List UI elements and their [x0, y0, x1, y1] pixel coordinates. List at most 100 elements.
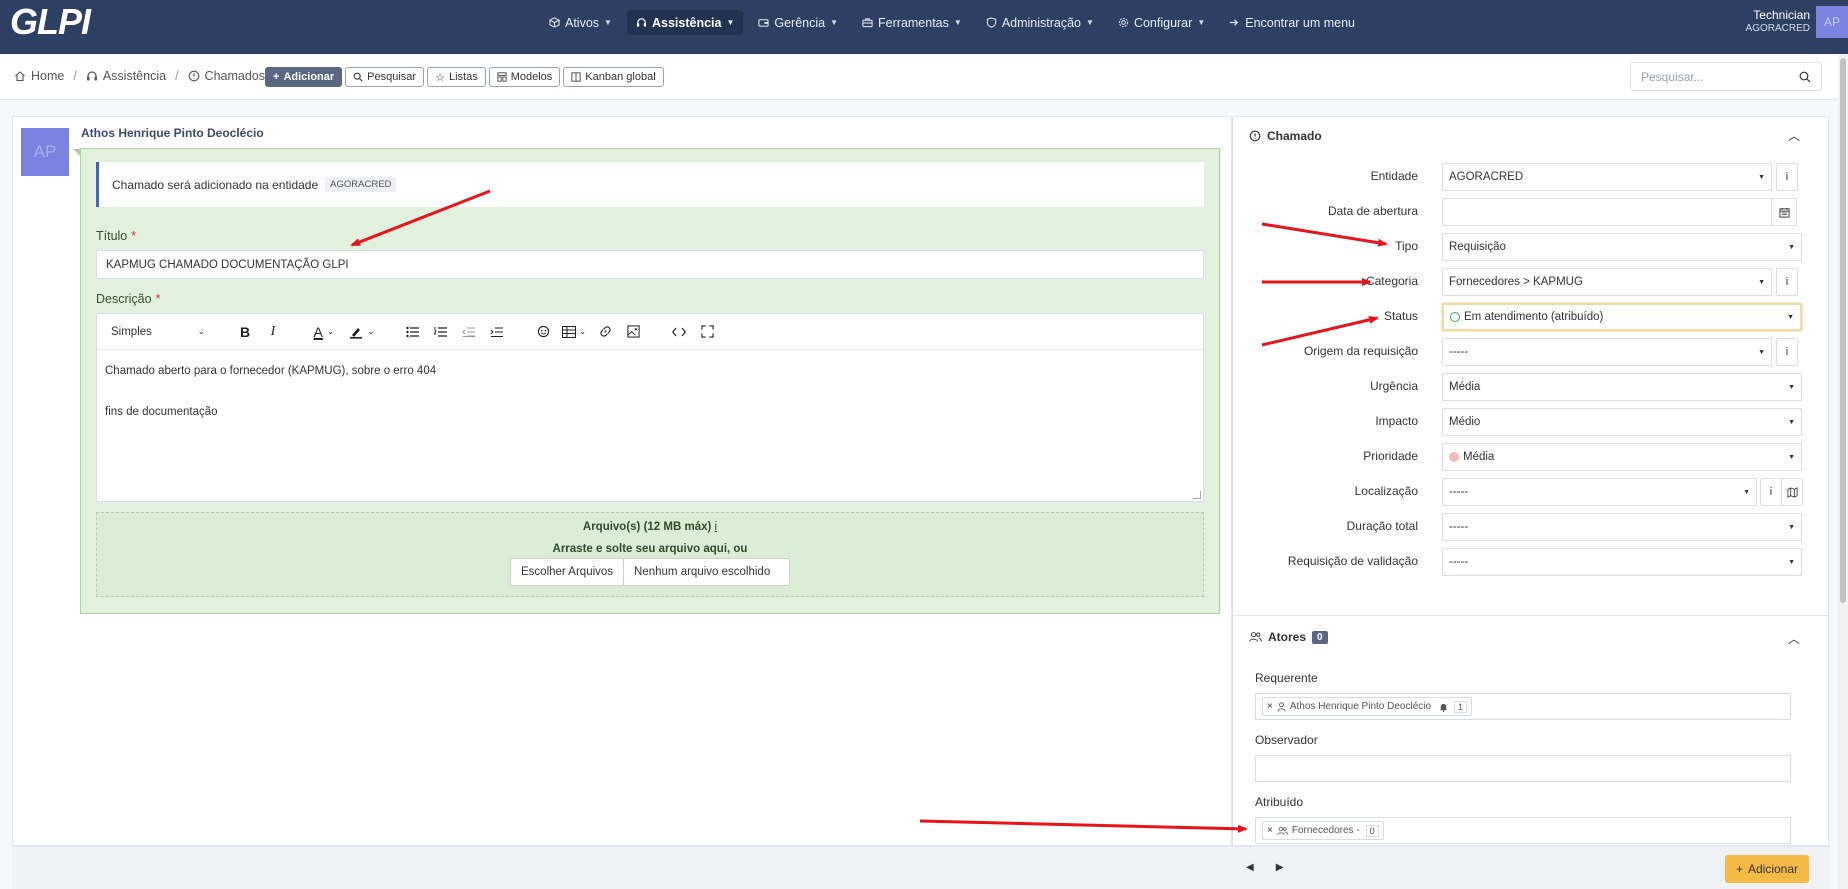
code-icon[interactable] [667, 320, 691, 344]
section-atores-header[interactable]: Atores 0 [1249, 630, 1328, 644]
panel-pager: ◀ ▶ [1246, 862, 1283, 873]
map-icon[interactable] [1781, 478, 1803, 506]
add-button[interactable]: + Adicionar [265, 67, 343, 87]
info-icon[interactable]: i [1776, 268, 1798, 296]
tipo-select[interactable]: Requisição ▼ [1442, 233, 1802, 261]
field-origem: Origem da requisição ----- ▼ i [1233, 338, 1798, 366]
plus-icon: + [273, 71, 280, 83]
chevron-down-icon: ▼ [604, 18, 612, 27]
users-icon [1249, 631, 1262, 643]
requester-field[interactable]: × Athos Henrique Pinto Deoclécio 1 [1255, 693, 1791, 720]
urgencia-select[interactable]: Média ▼ [1442, 373, 1802, 401]
columns-icon [571, 72, 581, 82]
search-placeholder: Pesquisar... [1641, 69, 1704, 84]
indent-icon[interactable] [485, 320, 509, 344]
breadcrumb-home[interactable]: Home [14, 69, 64, 83]
caret-left-icon[interactable]: ◀ [1246, 862, 1254, 873]
image-icon[interactable] [621, 320, 645, 344]
emoji-icon[interactable] [531, 320, 555, 344]
author-name[interactable]: Athos Henrique Pinto Deoclécio [81, 126, 264, 140]
briefcase-icon [862, 17, 873, 28]
data-abertura-input[interactable] [1442, 198, 1772, 226]
shield-icon [986, 17, 997, 28]
action-bar: Home / Assistência / Chamados + Adicionar… [0, 54, 1848, 100]
search-button[interactable]: Pesquisar [345, 67, 425, 87]
search-icon[interactable] [1799, 71, 1811, 83]
models-button[interactable]: Modelos [488, 67, 561, 87]
table-icon[interactable]: ⌄ [559, 320, 589, 344]
user-menu[interactable]: Technician AGORACRED [1746, 9, 1810, 35]
file-dropzone[interactable]: Arquivo(s) (12 MB máx) i Arraste e solte… [96, 512, 1204, 597]
info-icon[interactable]: i [715, 521, 718, 533]
caret-right-icon[interactable]: ▶ [1276, 862, 1284, 873]
menu-configurar[interactable]: Configurar ▼ [1109, 10, 1214, 35]
chevron-up-icon[interactable]: ︿ [1788, 630, 1800, 647]
breadcrumb-chamados[interactable]: Chamados [188, 69, 265, 83]
global-search-input[interactable]: Pesquisar... [1630, 62, 1822, 91]
field-validacao: Requisição de validação ----- ▼ [1233, 548, 1802, 576]
editor-toolbar: Simples ⌄ B I A ⌄ ⌄ ⌄ [97, 314, 1203, 350]
numbered-list-icon[interactable] [429, 320, 453, 344]
alert-circle-icon [1249, 130, 1261, 142]
info-icon[interactable]: i [1760, 478, 1782, 506]
lists-button[interactable]: ☆ Listas [427, 67, 486, 87]
choose-files-button[interactable]: Escolher Arquivos [511, 559, 625, 585]
description-editor[interactable]: Simples ⌄ B I A ⌄ ⌄ ⌄ Chamado aberto par… [96, 313, 1204, 502]
prioridade-select[interactable]: Média ▼ [1442, 443, 1802, 471]
assigned-field[interactable]: × Fornecedores - 0 [1255, 817, 1791, 844]
text-color-icon[interactable]: A ⌄ [307, 320, 341, 344]
resize-handle[interactable] [1193, 491, 1201, 499]
page-scrollbar[interactable] [1838, 54, 1848, 889]
bold-icon[interactable]: B [233, 320, 257, 344]
link-icon[interactable] [593, 320, 617, 344]
categoria-select[interactable]: Fornecedores > KAPMUG ▼ [1442, 268, 1772, 296]
entidade-select[interactable]: AGORACRED ▼ [1442, 163, 1772, 191]
breadcrumb-assistencia[interactable]: Assistência [86, 69, 166, 83]
menu-find[interactable]: Encontrar um menu [1220, 10, 1364, 35]
glpi-logo[interactable]: GLPI [10, 1, 91, 42]
format-select[interactable]: Simples ⌄ [105, 321, 211, 342]
section-chamado-header[interactable]: Chamado [1249, 129, 1322, 143]
localizacao-select[interactable]: ----- ▼ [1442, 478, 1757, 506]
info-icon[interactable]: i [1776, 338, 1798, 366]
calendar-icon[interactable] [1771, 198, 1797, 226]
field-categoria: Categoria Fornecedores > KAPMUG ▼ i [1233, 268, 1798, 296]
italic-icon[interactable]: I [261, 320, 285, 344]
gear-icon [1118, 17, 1129, 28]
title-input[interactable]: KAPMUG CHAMADO DOCUMENTAÇÃO GLPI [96, 250, 1204, 279]
menu-ativos[interactable]: Ativos ▼ [540, 10, 621, 35]
duracao-select[interactable]: ----- ▼ [1442, 513, 1802, 541]
chevron-up-icon[interactable]: ︿ [1788, 127, 1800, 144]
kanban-button[interactable]: Kanban global [563, 67, 664, 87]
outdent-icon[interactable] [457, 320, 481, 344]
fullscreen-icon[interactable] [695, 320, 719, 344]
entity-notice: Chamado será adicionado na entidade AGOR… [96, 162, 1204, 207]
menu-ferramentas[interactable]: Ferramentas ▼ [853, 10, 971, 35]
submit-add-button[interactable]: + Adicionar [1724, 855, 1809, 883]
info-icon[interactable]: i [1776, 163, 1798, 191]
status-circle-icon [1450, 311, 1460, 322]
editor-content[interactable]: Chamado aberto para o fornecedor (KAPMUG… [97, 350, 1203, 458]
field-prioridade: Prioridade Média ▼ [1233, 443, 1802, 471]
remove-icon[interactable]: × [1267, 825, 1273, 836]
field-data-abertura: Data de abertura [1233, 198, 1797, 226]
field-entidade: Entidade AGORACRED ▼ i [1233, 163, 1798, 191]
bell-icon[interactable] [1439, 702, 1448, 712]
breadcrumb: Home / Assistência / Chamados [14, 69, 265, 83]
origem-select[interactable]: ----- ▼ [1442, 338, 1772, 366]
menu-assistencia[interactable]: Assistência ▼ [626, 10, 744, 35]
author-avatar: AP [21, 128, 69, 176]
bullet-list-icon[interactable] [401, 320, 425, 344]
status-select[interactable]: Em atendimento (atribuído) ▼ [1442, 303, 1802, 331]
observer-field[interactable] [1255, 755, 1791, 782]
avatar[interactable]: AP [1816, 6, 1848, 38]
highlight-icon[interactable]: ⌄ [345, 320, 379, 344]
impacto-select[interactable]: Médio ▼ [1442, 408, 1802, 436]
top-navbar: GLPI Ativos ▼ Assistência ▼ Gerência ▼ Ferr… [0, 0, 1848, 54]
validacao-select[interactable]: ----- ▼ [1442, 548, 1802, 576]
ticket-bubble: Chamado será adicionado na entidade AGOR… [73, 148, 1220, 614]
menu-gerencia[interactable]: Gerência ▼ [749, 10, 847, 35]
file-input[interactable]: Escolher Arquivos Nenhum arquivo escolhi… [510, 558, 790, 586]
menu-administracao[interactable]: Administração ▼ [977, 10, 1103, 35]
remove-icon[interactable]: × [1267, 701, 1273, 712]
